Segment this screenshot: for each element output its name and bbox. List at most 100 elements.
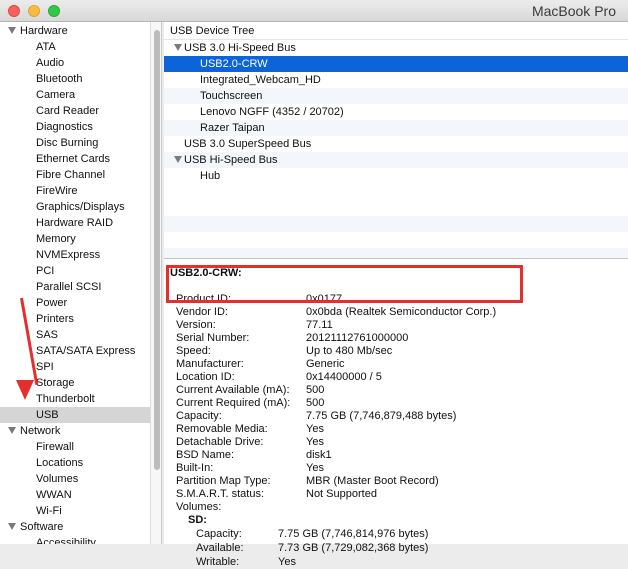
tree-bus-usb3-hispeed[interactable]: USB 3.0 Hi-Speed Bus: [164, 40, 628, 56]
field-key: Volumes:: [176, 501, 222, 513]
red-arrow-head: [16, 380, 34, 400]
sidebar-item-hardware-7[interactable]: Ethernet Cards: [0, 151, 150, 167]
field-key: Version:: [176, 319, 216, 331]
tree-row-label: Touchscreen: [200, 90, 263, 102]
field-key: Current Required (mA):: [176, 397, 291, 409]
field-key: Detachable Drive:: [176, 436, 264, 448]
sidebar-item-hardware-1[interactable]: Audio: [0, 55, 150, 71]
tree-device[interactable]: Razer Taipan: [164, 120, 628, 136]
sidebar-item-software-0[interactable]: Accessibility: [0, 535, 150, 544]
sidebar-item-hardware-11[interactable]: Hardware RAID: [0, 215, 150, 231]
volume-field: Writable: Yes: [196, 556, 626, 569]
tree-row-label: USB2.0-CRW: [200, 58, 268, 70]
disclosure-triangle-icon[interactable]: [174, 156, 182, 163]
field-value: MBR (Master Boot Record): [306, 475, 439, 487]
sidebar-item-hardware-14[interactable]: PCI: [0, 263, 150, 279]
volume-name: SD:: [188, 514, 207, 526]
detail-field: Detachable Drive: Yes: [176, 436, 626, 449]
tree-bus-usb3-superspeed[interactable]: USB 3.0 SuperSpeed Bus: [164, 136, 628, 152]
sidebar-item-hardware-10[interactable]: Graphics/Displays: [0, 199, 150, 215]
window-title: MacBook Pro: [531, 3, 616, 19]
minimize-window-button[interactable]: [28, 5, 40, 17]
field-value: Yes: [306, 423, 324, 435]
detail-field: Version: 77.11: [176, 319, 626, 332]
tree-header: USB Device Tree: [164, 22, 628, 40]
field-value: Generic: [306, 358, 345, 370]
detail-field: Location ID: 0x14400000 / 5: [176, 371, 626, 384]
tree-row-label: Razer Taipan: [200, 122, 265, 134]
sidebar-item-network-0[interactable]: Firewall: [0, 439, 150, 455]
field-value: 7.75 GB (7,746,879,488 bytes): [306, 410, 457, 422]
sidebar-item-hardware-4[interactable]: Card Reader: [0, 103, 150, 119]
field-key: Capacity:: [196, 528, 242, 540]
sidebar-item-hardware-19[interactable]: SATA/SATA Express: [0, 343, 150, 359]
sidebar-item-hardware-13[interactable]: NVMExpress: [0, 247, 150, 263]
sidebar-item-hardware-20[interactable]: SPI: [0, 359, 150, 375]
sidebar-section-network[interactable]: Network: [0, 423, 150, 439]
field-value: 0x0bda (Realtek Semiconductor Corp.): [306, 306, 497, 318]
disclosure-triangle-icon[interactable]: [8, 427, 16, 434]
field-key: Vendor ID:: [176, 306, 228, 318]
close-window-button[interactable]: [8, 5, 20, 17]
sidebar-item-network-4[interactable]: Wi-Fi: [0, 503, 150, 519]
sidebar-item-hardware-15[interactable]: Parallel SCSI: [0, 279, 150, 295]
field-key: Serial Number:: [176, 332, 250, 344]
field-value: 77.11: [306, 319, 333, 331]
field-value: disk1: [306, 449, 332, 461]
field-key: Removable Media:: [176, 423, 268, 435]
sidebar-item-hardware-12[interactable]: Memory: [0, 231, 150, 247]
sidebar-item-network-3[interactable]: WWAN: [0, 487, 150, 503]
detail-field: Vendor ID: 0x0bda (Realtek Semiconductor …: [176, 306, 626, 319]
detail-field: S.M.A.R.T. status: Not Supported: [176, 488, 626, 501]
sidebar-scroll-thumb[interactable]: [154, 30, 160, 470]
tree-row-label: Hub: [200, 170, 221, 182]
field-value: Yes: [278, 556, 296, 568]
tree-row-label: Lenovo NGFF (4352 / 20702): [200, 106, 344, 118]
detail-field: Capacity: 7.75 GB (7,746,879,488 bytes): [176, 410, 626, 423]
field-value: 7.75 GB (7,746,814,976 bytes): [278, 528, 429, 540]
sidebar-item-network-2[interactable]: Volumes: [0, 471, 150, 487]
tree-device[interactable]: Hub: [164, 168, 628, 184]
field-value: 0x14400000 / 5: [306, 371, 382, 383]
disclosure-triangle-icon[interactable]: [174, 44, 182, 51]
sidebar-item-hardware-0[interactable]: ATA: [0, 39, 150, 55]
tree-row-label: USB 3.0 Hi-Speed Bus: [184, 42, 296, 54]
tree-row-label: USB 3.0 SuperSpeed Bus: [184, 138, 312, 150]
detail-field: Serial Number: 20121112761000000: [176, 332, 626, 345]
sidebar-item-network-1[interactable]: Locations: [0, 455, 150, 471]
field-key: Capacity:: [176, 410, 222, 422]
field-key: Built-In:: [176, 462, 214, 474]
disclosure-triangle-icon[interactable]: [8, 523, 16, 530]
sidebar-item-hardware-9[interactable]: FireWire: [0, 183, 150, 199]
field-key: Speed:: [176, 345, 211, 357]
field-key: S.M.A.R.T. status:: [176, 488, 265, 500]
zoom-window-button[interactable]: [48, 5, 60, 17]
field-value: Not Supported: [306, 488, 377, 500]
field-key: Manufacturer:: [176, 358, 244, 370]
title-bar: MacBook Pro: [0, 0, 628, 22]
sidebar-scrollbar[interactable]: [150, 22, 162, 544]
field-value: 20121112761000000: [306, 332, 409, 344]
sidebar-item-hardware-8[interactable]: Fibre Channel: [0, 167, 150, 183]
tree-row-label: Integrated_Webcam_HD: [200, 74, 321, 86]
sidebar-item-hardware-6[interactable]: Disc Burning: [0, 135, 150, 151]
tree-device[interactable]: Lenovo NGFF (4352 / 20702): [164, 104, 628, 120]
tree-device[interactable]: USB2.0-CRW: [164, 56, 628, 72]
field-value: Up to 480 Mb/sec: [306, 345, 393, 357]
detail-field: Removable Media: Yes: [176, 423, 626, 436]
sidebar-item-hardware-18[interactable]: SAS: [0, 327, 150, 343]
red-highlight-box: [166, 265, 523, 303]
sidebar-item-hardware-3[interactable]: Camera: [0, 87, 150, 103]
sidebar-item-hardware-23[interactable]: USB: [0, 407, 150, 423]
tree-device[interactable]: Touchscreen: [164, 88, 628, 104]
disclosure-triangle-icon[interactable]: [8, 27, 16, 34]
tree-device[interactable]: Integrated_Webcam_HD: [164, 72, 628, 88]
detail-field: Built-In: Yes: [176, 462, 626, 475]
detail-field: Partition Map Type: MBR (Master Boot Reco…: [176, 475, 626, 488]
sidebar-section-hardware[interactable]: Hardware: [0, 23, 150, 39]
sidebar-item-hardware-2[interactable]: Bluetooth: [0, 71, 150, 87]
field-value: Yes: [306, 462, 324, 474]
sidebar-section-software[interactable]: Software: [0, 519, 150, 535]
sidebar-item-hardware-5[interactable]: Diagnostics: [0, 119, 150, 135]
tree-bus-hispeed[interactable]: USB Hi-Speed Bus: [164, 152, 628, 168]
